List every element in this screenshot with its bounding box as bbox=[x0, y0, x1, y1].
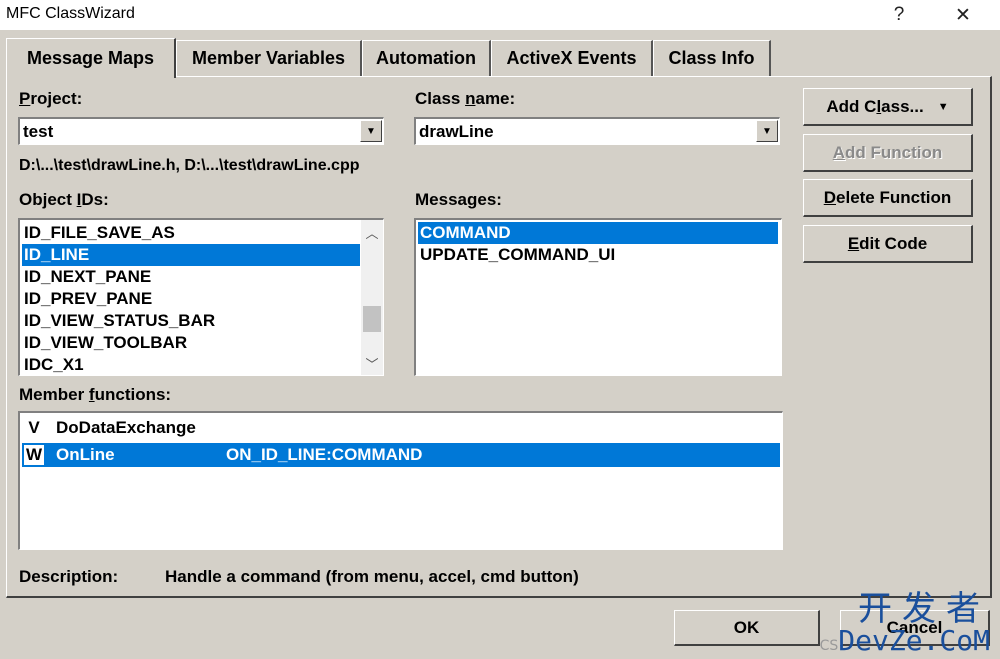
chevron-down-icon[interactable]: ﹀ bbox=[361, 353, 383, 373]
tab-member-variables[interactable]: Member Variables bbox=[176, 40, 362, 76]
triangle-down-icon: ▼ bbox=[937, 100, 949, 113]
function-type-badge: W bbox=[24, 445, 44, 465]
list-item[interactable]: ID_FILE_SAVE_AS bbox=[22, 222, 175, 244]
watermark-en: DevZe.CoM bbox=[838, 624, 990, 657]
class-name-label: Class name: bbox=[415, 89, 516, 108]
tab-activex-events[interactable]: ActiveX Events bbox=[491, 40, 653, 76]
add-class-button[interactable]: Add Cl ass... ▼ bbox=[803, 88, 973, 126]
description-text: Handle a command (from menu, accel, cmd … bbox=[165, 567, 579, 586]
project-value: test bbox=[23, 122, 54, 141]
class-name-value: drawLine bbox=[419, 122, 494, 141]
list-item[interactable]: ID_VIEW_STATUS_BAR bbox=[22, 310, 215, 332]
function-name: OnLine bbox=[56, 445, 115, 464]
function-name: DoDataExchange bbox=[56, 418, 196, 437]
close-button[interactable]: ✕ bbox=[940, 0, 986, 30]
watermark-cn: 开发者 bbox=[858, 589, 990, 629]
project-combo[interactable]: test ▼ bbox=[18, 117, 384, 145]
object-ids-label: Object IDs: bbox=[19, 190, 109, 209]
messages-label: Messages: bbox=[415, 190, 502, 209]
list-item[interactable]: COMMAND bbox=[418, 222, 778, 244]
list-item[interactable]: UPDATE_COMMAND_UI bbox=[418, 244, 615, 266]
close-icon: ✕ bbox=[955, 4, 971, 26]
list-item[interactable]: ID_NEXT_PANE bbox=[22, 266, 151, 288]
messages-list[interactable]: COMMAND UPDATE_COMMAND_UI bbox=[414, 218, 782, 376]
tab-message-maps[interactable]: Message Maps bbox=[6, 38, 176, 78]
triangle-down-icon[interactable]: ▼ bbox=[756, 120, 778, 142]
scrollbar-thumb[interactable] bbox=[363, 306, 381, 332]
class-name-combo[interactable]: drawLine ▼ bbox=[414, 117, 780, 145]
list-item[interactable]: ID_VIEW_TOOLBAR bbox=[22, 332, 187, 354]
function-type-badge: V bbox=[28, 418, 40, 437]
watermark-logo: 开发者 CSDevZe.CoM bbox=[820, 591, 990, 655]
edit-code-button[interactable]: Edit Code bbox=[803, 225, 973, 263]
table-row[interactable]: V DoDataExchange bbox=[22, 416, 780, 440]
list-item[interactable]: IDC_X1 bbox=[22, 354, 84, 375]
file-path: D:\...\test\drawLine.h, D:\...\test\draw… bbox=[19, 157, 360, 174]
title-bar: MFC ClassWizard ? ✕ bbox=[0, 0, 1000, 30]
help-button[interactable]: ? bbox=[876, 0, 922, 30]
object-ids-scrollbar[interactable]: ︿ ﹀ bbox=[361, 220, 383, 375]
tab-class-info[interactable]: Class Info bbox=[653, 40, 771, 76]
delete-function-button[interactable]: Delete Function bbox=[803, 179, 973, 217]
chevron-up-icon[interactable]: ︿ bbox=[361, 222, 383, 242]
add-function-button[interactable]: Add Function bbox=[803, 134, 973, 172]
project-label: Project: bbox=[19, 89, 83, 108]
list-item[interactable]: ID_LINE bbox=[22, 244, 360, 266]
description-label: Description: bbox=[19, 567, 119, 586]
triangle-down-icon[interactable]: ▼ bbox=[360, 120, 382, 142]
function-handler: ON_ID_LINE:COMMAND bbox=[226, 445, 423, 464]
ok-button[interactable]: OK bbox=[674, 610, 820, 646]
member-functions-list[interactable]: V DoDataExchange W OnLine ON_ID_LINE:COM… bbox=[18, 411, 783, 550]
window-title: MFC ClassWizard bbox=[6, 5, 135, 22]
object-ids-list[interactable]: ID_FILE_SAVE_AS ID_LINE ID_NEXT_PANE ID_… bbox=[18, 218, 384, 376]
list-item[interactable]: ID_PREV_PANE bbox=[22, 288, 152, 310]
table-row[interactable]: W OnLine ON_ID_LINE:COMMAND bbox=[22, 443, 780, 467]
tab-automation[interactable]: Automation bbox=[362, 40, 491, 76]
member-functions-label: Member functions: bbox=[19, 385, 172, 404]
watermark-prefix: CS bbox=[819, 638, 839, 654]
